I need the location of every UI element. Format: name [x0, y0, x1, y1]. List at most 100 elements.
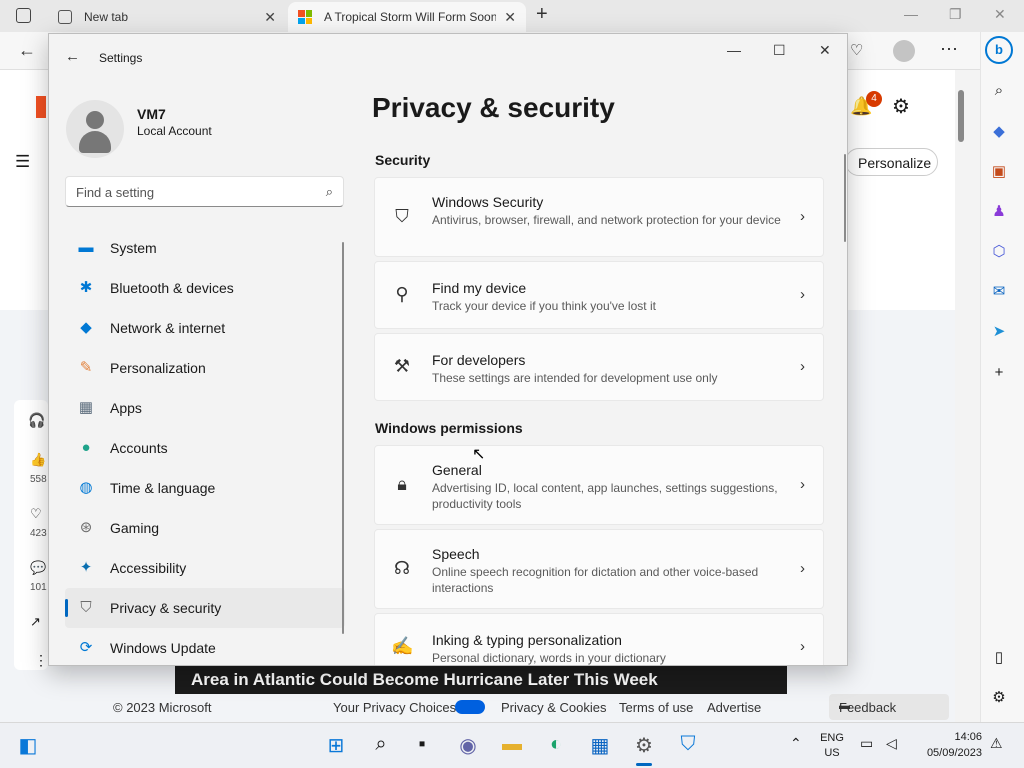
send-icon[interactable]: ➤	[989, 322, 1009, 342]
card-inking-typing[interactable]: ✍ Inking & typing personalization Person…	[374, 613, 824, 665]
card-find-my-device[interactable]: ⚲ Find my device Track your device if yo…	[374, 261, 824, 329]
developer-tools-icon: ⚒	[393, 356, 411, 376]
network-icon[interactable]: ▭	[860, 735, 873, 752]
accessibility-icon: ✦	[79, 559, 93, 576]
card-description: Advertising ID, local content, app launc…	[432, 481, 778, 511]
split-screen-icon[interactable]: ▯	[989, 648, 1009, 668]
tab-label: A Tropical Storm Will Form Soon	[324, 10, 496, 24]
defender-icon[interactable]: ⛉	[675, 733, 701, 759]
task-view-icon[interactable]: ▪	[409, 733, 435, 759]
back-icon[interactable]: ←	[18, 40, 36, 61]
nav-item-system[interactable]: ▬ System	[65, 228, 345, 268]
settings-window: ← Settings — ☐ ✕ VM7 Local Account Find …	[48, 33, 848, 666]
file-explorer-icon[interactable]: ▬	[499, 733, 525, 759]
page-settings-icon[interactable]: ⚙	[892, 94, 910, 119]
nav-item-accessibility[interactable]: ✦ Accessibility	[65, 548, 345, 588]
clock-date[interactable]: 05/09/2023	[912, 747, 982, 759]
health-icon[interactable]: ♡	[850, 41, 863, 59]
nav-item-privacy-security[interactable]: ⛉ Privacy & security	[65, 588, 345, 628]
close-tab-icon[interactable]: ✕	[264, 9, 276, 26]
personalize-button[interactable]: Personalize	[845, 148, 938, 176]
section-heading-permissions: Windows permissions	[375, 420, 523, 436]
nav-item-accounts[interactable]: ● Accounts	[65, 428, 345, 468]
advertise-link[interactable]: Advertise	[707, 700, 761, 715]
show-hidden-icons-icon[interactable]: ⌃	[790, 735, 802, 752]
chat-icon[interactable]: ◉	[455, 733, 481, 759]
bluetooth-icon: ✱	[79, 279, 93, 296]
nav-item-apps[interactable]: ▦ Apps	[65, 388, 345, 428]
office-icon[interactable]: ⬡	[989, 242, 1009, 262]
tag-icon[interactable]: ◆	[989, 122, 1009, 142]
copyright-text: © 2023 Microsoft	[113, 700, 212, 715]
add-icon[interactable]: +	[989, 364, 1009, 384]
tab-label: New tab	[84, 10, 129, 24]
news-headline[interactable]: Area in Atlantic Could Become Hurricane …	[175, 666, 787, 694]
edge-icon[interactable]: ◐	[543, 733, 569, 759]
scroll-thumb[interactable]	[958, 90, 964, 142]
settings-content: Privacy & security Security ⛉ Windows Se…	[371, 34, 847, 665]
back-icon[interactable]: ←	[65, 48, 80, 65]
share-icon[interactable]: ↗	[30, 614, 41, 630]
card-for-developers[interactable]: ⚒ For developers These settings are inte…	[374, 333, 824, 401]
card-general[interactable]: 🔒︎ General Advertising ID, local content…	[374, 445, 824, 525]
card-speech[interactable]: ☊ Speech Online speech recognition for d…	[374, 529, 824, 609]
content-scrollbar[interactable]	[844, 154, 846, 242]
nav-item-time-language[interactable]: ◍ Time & language	[65, 468, 345, 508]
nav-item-bluetooth[interactable]: ✱ Bluetooth & devices	[65, 268, 345, 308]
nav-item-gaming[interactable]: ⊛ Gaming	[65, 508, 345, 548]
page-title: Privacy & security	[372, 92, 615, 123]
store-icon[interactable]: ▦	[587, 733, 613, 759]
nav-item-personalization[interactable]: ✎ Personalization	[65, 348, 345, 388]
outlook-icon[interactable]: ✉	[989, 282, 1009, 302]
headphones-icon[interactable]: 🎧	[28, 412, 45, 429]
language-primary[interactable]: ENG	[818, 732, 846, 744]
monitor-icon: ▬	[78, 239, 94, 256]
card-windows-security[interactable]: ⛉ Windows Security Antivirus, browser, f…	[374, 177, 824, 257]
minimize-icon[interactable]: —	[904, 6, 918, 22]
games-icon[interactable]: ♟	[989, 202, 1009, 222]
restore-icon[interactable]: ❐	[949, 6, 962, 23]
dislike-icon[interactable]: ♡	[30, 506, 42, 522]
account-type: Local Account	[137, 124, 212, 138]
clock-time[interactable]: 14:06	[918, 731, 982, 743]
nav-item-windows-update[interactable]: ⟳ Windows Update	[65, 628, 345, 665]
settings-app-icon[interactable]: ⚙	[631, 733, 657, 759]
card-title: General	[432, 462, 482, 478]
mouse-cursor-icon: ↖	[472, 446, 486, 463]
tab-tropical-storm[interactable]: A Tropical Storm Will Form Soon ✕	[288, 2, 526, 32]
gamepad-icon: ⊛	[79, 519, 93, 536]
tab-actions-icon[interactable]	[16, 8, 31, 23]
sidebar-settings-icon[interactable]: ⚙	[989, 688, 1009, 708]
accounts-icon: ●	[81, 439, 91, 456]
taskbar-search-icon[interactable]: ⌕	[368, 733, 394, 759]
tools-icon[interactable]: ▣	[989, 162, 1009, 182]
settings-nav: ▬ System ✱ Bluetooth & devices ◆ Network & …	[65, 228, 345, 665]
close-tab-icon[interactable]: ✕	[504, 9, 516, 26]
privacy-cookies-link[interactable]: Privacy & Cookies	[501, 700, 606, 715]
language-secondary[interactable]: US	[818, 747, 846, 759]
comment-icon[interactable]: 💬	[30, 560, 46, 576]
privacy-choices-link[interactable]: Your Privacy Choices	[333, 700, 456, 715]
nav-scrollbar[interactable]	[342, 242, 344, 634]
copilot-icon[interactable]: b	[985, 36, 1013, 64]
update-icon: ⟳	[79, 639, 93, 656]
volume-icon[interactable]: ◁	[886, 735, 897, 752]
start-icon[interactable]: ⊞	[323, 733, 349, 759]
widgets-icon[interactable]: ◧	[15, 733, 41, 759]
search-input[interactable]: Find a setting ⌕	[65, 176, 344, 207]
new-tab-button[interactable]: +	[536, 3, 548, 26]
nav-item-network[interactable]: ◆ Network & internet	[65, 308, 345, 348]
page-scrollbar[interactable]	[955, 72, 967, 720]
profile-avatar[interactable]	[893, 40, 915, 62]
search-icon[interactable]: ⌕	[989, 82, 1009, 102]
more-icon[interactable]: ···	[940, 38, 958, 59]
like-icon[interactable]: 👍	[30, 452, 46, 468]
section-heading-security: Security	[375, 152, 431, 168]
terms-link[interactable]: Terms of use	[619, 700, 693, 715]
notification-center-icon[interactable]: ⚠	[990, 735, 1003, 752]
close-icon[interactable]: ✕	[994, 6, 1006, 23]
feedback-button[interactable]: ▬ Feedback	[829, 694, 949, 720]
tab-new-tab[interactable]: New tab ✕	[48, 2, 286, 32]
more-options-icon[interactable]: ⋮	[34, 652, 48, 669]
hamburger-menu-icon[interactable]: ☰	[15, 152, 30, 172]
